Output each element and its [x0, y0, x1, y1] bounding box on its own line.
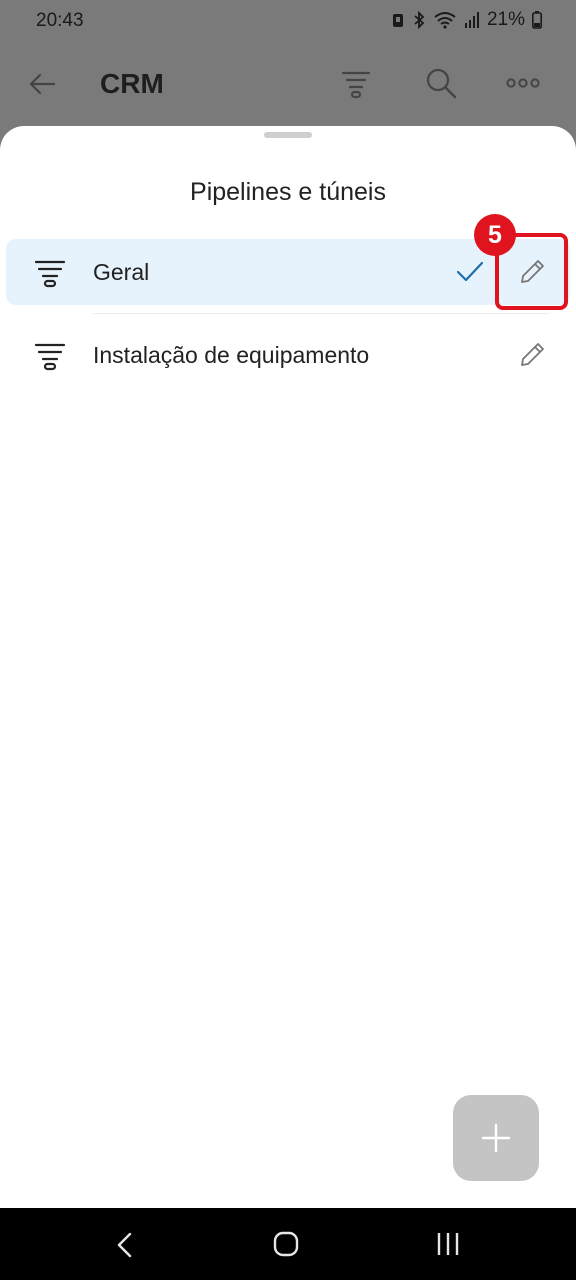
status-time: 20:43	[36, 10, 84, 31]
pipeline-item-instalacao[interactable]: Instalação de equipamento	[6, 322, 570, 388]
row-divider	[93, 313, 549, 314]
pipelines-sheet: Pipelines e túneis Geral Instalação de e…	[0, 126, 576, 1208]
status-bar: 20:43 21%	[0, 0, 576, 42]
battery-icon	[532, 11, 542, 29]
status-icons: 21%	[391, 9, 542, 31]
pipeline-item-label: Geral	[93, 259, 150, 285]
bluetooth-icon	[414, 11, 425, 29]
check-icon	[456, 261, 484, 282]
app-title: CRM	[100, 68, 164, 99]
nav-home-icon[interactable]	[272, 1230, 300, 1258]
alarm-icon	[392, 14, 403, 27]
add-pipeline-button[interactable]	[453, 1095, 539, 1181]
pipeline-item-label: Instalação de equipamento	[93, 342, 370, 368]
search-icon[interactable]	[424, 66, 458, 100]
funnel-icon	[34, 260, 66, 288]
pencil-icon[interactable]	[518, 341, 546, 369]
funnel-icon[interactable]	[340, 68, 372, 100]
nav-recents-icon[interactable]	[436, 1232, 460, 1256]
signal-icon	[464, 12, 479, 28]
navigation-bar	[0, 1208, 576, 1280]
nav-back-icon[interactable]	[115, 1232, 135, 1258]
step-badge: 5	[474, 214, 516, 256]
drag-handle[interactable]	[264, 132, 312, 138]
funnel-icon	[34, 343, 66, 371]
plus-icon	[481, 1123, 511, 1153]
wifi-icon	[434, 12, 456, 29]
more-icon[interactable]	[506, 76, 540, 90]
sheet-title: Pipelines e túneis	[190, 178, 386, 206]
app-bar: CRM	[0, 50, 576, 120]
back-arrow-icon[interactable]	[26, 68, 58, 100]
battery-percent: 21%	[486, 9, 525, 30]
